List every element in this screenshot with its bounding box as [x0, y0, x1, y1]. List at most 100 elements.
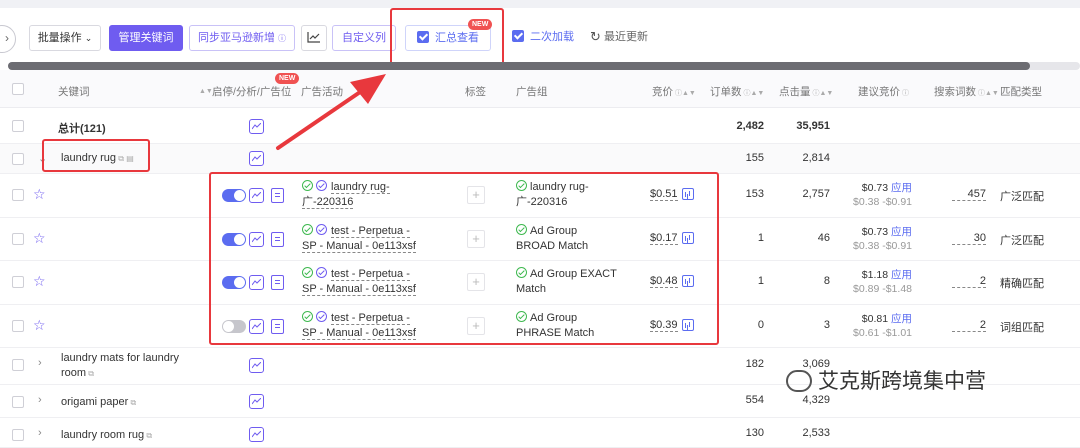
orders-value: 0 — [757, 318, 764, 331]
trend-chart-icon[interactable] — [249, 119, 264, 134]
clicks-value: 2,757 — [802, 188, 830, 200]
total-orders: 2,482 — [736, 120, 764, 132]
external-link-icon[interactable]: ⧉ — [128, 398, 136, 407]
search-count-value[interactable]: 457 — [952, 188, 986, 201]
suggested-bid-cell: $1.18 应用 $0.89 -$1.48 — [850, 268, 912, 296]
keyword-text-line1: origami paper — [61, 396, 129, 408]
star-icon[interactable]: ☆ — [33, 186, 46, 203]
scrollbar-thumb[interactable] — [8, 62, 1030, 70]
row-checkbox[interactable] — [12, 232, 24, 245]
suggested-bid-cell: $0.81 应用 $0.61 -$1.01 — [850, 312, 912, 340]
chevron-right-icon[interactable]: › — [38, 394, 42, 406]
clicks-value: 8 — [823, 275, 830, 287]
suggested-bid-value: $0.81 — [861, 312, 889, 325]
match-type-value: 精确匹配 — [1000, 278, 1044, 290]
recent-update-button[interactable]: ↻ 最近更新 — [589, 25, 649, 51]
apply-button[interactable]: 应用 — [891, 269, 912, 281]
bulk-operations-dropdown[interactable]: 批量操作 ⌄ — [29, 25, 101, 51]
keyword-text-line1: laundry room rug — [61, 429, 145, 441]
secondary-load-checkbox[interactable]: 二次加载 — [505, 25, 581, 51]
watermark: 艾克斯跨境集中营 — [786, 365, 986, 395]
top-strip — [0, 0, 1080, 8]
clicks-value: 3 — [823, 318, 830, 331]
orders-value: 153 — [745, 188, 764, 200]
row-checkbox[interactable] — [12, 429, 24, 441]
bulk-operations-label: 批量操作 — [37, 32, 82, 44]
row-checkbox[interactable] — [12, 359, 24, 371]
chevron-right-icon: › — [5, 31, 9, 45]
external-link-icon[interactable]: ⧉ — [86, 369, 94, 378]
header-keyword[interactable]: 关键词 — [58, 84, 90, 99]
header-adgroup: 广告组 — [516, 86, 548, 98]
row-checkbox[interactable] — [12, 153, 24, 165]
row-checkbox[interactable] — [12, 189, 24, 201]
total-label: 总计(121) — [58, 123, 106, 135]
line-chart-icon — [307, 32, 320, 43]
header-search-count-label: 搜索词数 — [934, 86, 976, 98]
total-row: 总计(121) 2,482 35,951 — [0, 108, 1080, 144]
row-checkbox[interactable] — [12, 120, 24, 132]
header-orders[interactable]: 订单数 ⓘ▲▼ — [710, 84, 764, 99]
chevron-down-icon: ⌄ — [84, 33, 93, 43]
header-campaign: 广告活动 — [301, 86, 343, 98]
row-checkbox[interactable] — [12, 396, 24, 408]
header-search-count[interactable]: 搜索词数 ⓘ▲▼ — [934, 84, 999, 99]
star-icon[interactable]: ☆ — [33, 230, 46, 247]
secondary-load-label: 二次加载 — [530, 31, 574, 43]
search-count-value[interactable]: 2 — [952, 319, 986, 332]
suggested-bid-range: $0.38 -$0.91 — [853, 196, 912, 208]
custom-columns-button[interactable]: 自定义列 — [332, 25, 396, 51]
sync-amazon-button[interactable]: 同步亚马逊新增 ⓘ — [189, 25, 295, 51]
refresh-icon: ↻ — [590, 29, 601, 44]
header-match-type: 匹配类型 — [1000, 86, 1042, 98]
chevron-right-icon[interactable]: › — [38, 357, 42, 369]
header-clicks-label: 点击量 — [779, 86, 811, 98]
suggested-bid-cell: $0.73 应用 $0.38 -$0.91 — [850, 225, 912, 253]
sort-icon[interactable]: ▲▼ — [197, 84, 213, 96]
keyword-cell: origami paper ⧉ — [61, 395, 136, 410]
search-count-value[interactable]: 2 — [952, 275, 986, 288]
checked-checkbox-icon — [512, 30, 524, 42]
trend-chart-icon[interactable] — [249, 358, 264, 373]
new-badge: NEW — [275, 73, 300, 84]
star-icon[interactable]: ☆ — [33, 317, 46, 334]
star-icon[interactable]: ☆ — [33, 273, 46, 290]
trend-chart-icon[interactable] — [249, 151, 264, 166]
header-suggested-bid: 建议竞价 ⓘ — [858, 86, 909, 98]
header-bid[interactable]: 竞价 ⓘ▲▼ — [652, 84, 696, 99]
select-all-checkbox[interactable] — [12, 83, 24, 95]
horizontal-scrollbar[interactable] — [8, 62, 1080, 70]
orders-value: 1 — [757, 231, 764, 244]
group-clicks: 2,814 — [802, 152, 830, 164]
trend-chart-icon[interactable] — [249, 394, 264, 409]
suggested-bid-cell: $0.73 应用 $0.38 -$0.91 — [850, 181, 912, 209]
orders-value: 554 — [745, 394, 764, 406]
row-checkbox[interactable] — [12, 319, 24, 332]
trend-chart-icon[interactable] — [249, 427, 264, 442]
info-icon: ⓘ — [278, 34, 287, 43]
header-bid-label: 竞价 — [652, 86, 673, 98]
search-count-value[interactable]: 30 — [952, 232, 986, 245]
keyword-text-line2: room — [61, 367, 87, 379]
header-orders-label: 订单数 — [710, 86, 742, 98]
orders-value: 182 — [745, 358, 764, 370]
clicks-value: 46 — [817, 231, 830, 244]
suggested-bid-range: $0.61 -$1.01 — [853, 326, 912, 339]
match-type-value: 广泛匹配 — [1000, 234, 1044, 247]
match-type-value: 词组匹配 — [1000, 321, 1044, 334]
header-clicks[interactable]: 点击量 ⓘ▲▼ — [779, 84, 833, 99]
chevron-right-icon[interactable]: › — [38, 427, 42, 439]
manage-keywords-button[interactable]: 管理关键词 — [109, 25, 183, 51]
table-header: 关键词 ▲▼ 启停/分析/广告位 NEW 广告活动 标签 广告组 竞价 ⓘ▲▼ 订… — [0, 70, 1080, 108]
row-checkbox[interactable] — [12, 276, 24, 288]
collapse-button[interactable]: › — [0, 25, 16, 53]
header-suggested-label: 建议竞价 — [858, 86, 900, 98]
apply-button[interactable]: 应用 — [891, 313, 912, 325]
keyword-group-row: ⌄ laundry rug ⧉ ▤ 155 2,814 — [0, 144, 1080, 174]
header-enable-analysis: 启停/分析/广告位 — [212, 86, 292, 98]
external-link-icon[interactable]: ⧉ — [144, 431, 152, 440]
chart-toggle-button[interactable] — [301, 25, 327, 51]
apply-button[interactable]: 应用 — [891, 226, 912, 238]
apply-button[interactable]: 应用 — [891, 182, 912, 194]
match-type-value: 广泛匹配 — [1000, 191, 1044, 203]
